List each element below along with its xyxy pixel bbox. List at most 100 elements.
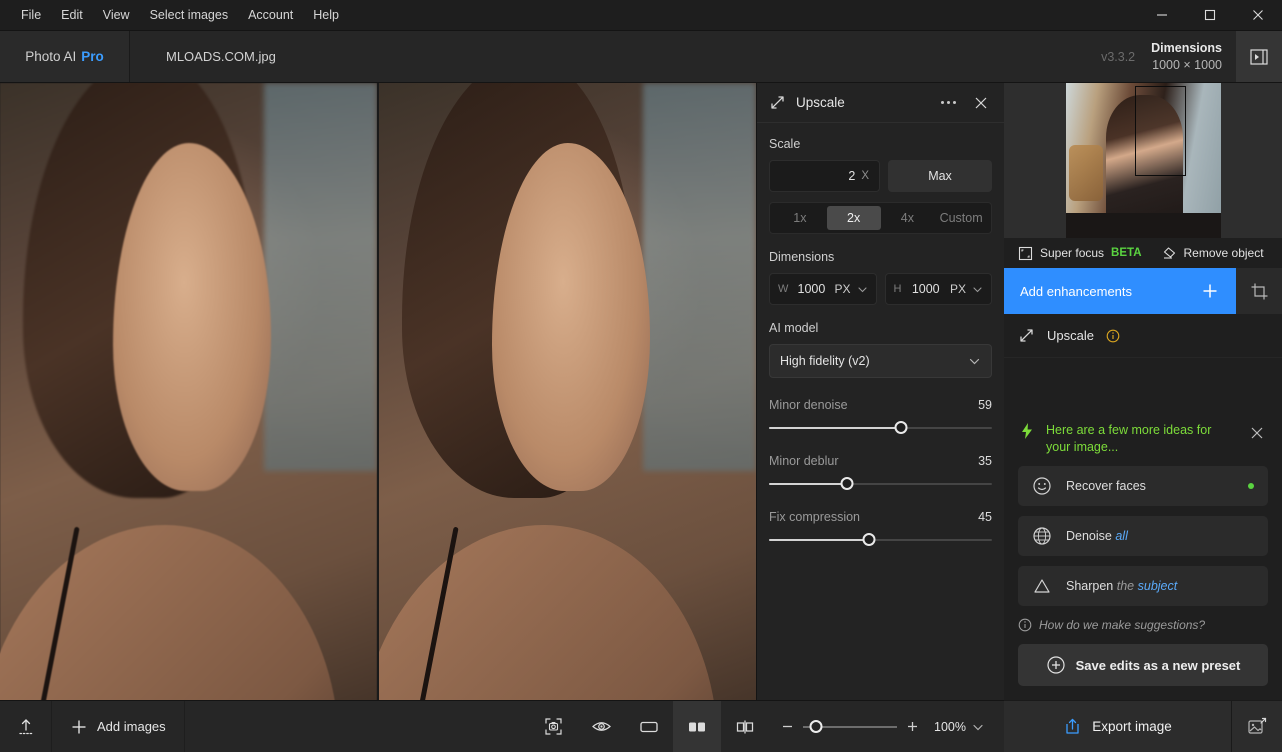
- upload-tray-icon: [18, 718, 33, 734]
- menu-help[interactable]: Help: [304, 4, 348, 27]
- image-pane-original[interactable]: Original: [0, 83, 377, 752]
- image-background-window: [263, 83, 377, 472]
- settings-more-button[interactable]: [937, 95, 960, 110]
- menu-account[interactable]: Account: [239, 4, 302, 27]
- title-bar: File Edit View Select images Account Hel…: [0, 0, 1282, 31]
- slider-knob[interactable]: [840, 477, 854, 490]
- close-icon: [975, 97, 987, 108]
- minus-icon[interactable]: [781, 720, 794, 733]
- expand-arrows-icon: [771, 96, 784, 109]
- navigator-thumbnail[interactable]: [1004, 83, 1282, 238]
- panel-toggle-button[interactable]: [1236, 31, 1282, 82]
- more-options-icon: [941, 101, 944, 104]
- bottom-toolbar: Add images 100%: [0, 700, 1004, 752]
- save-preset-button[interactable]: Save edits as a new preset: [1018, 644, 1268, 686]
- split-pane-icon: [689, 722, 706, 731]
- slider-knob[interactable]: [894, 421, 908, 434]
- settings-close-button[interactable]: [970, 92, 992, 114]
- scale-preset-4x[interactable]: 4x: [881, 206, 935, 230]
- chevron-down-icon[interactable]: [857, 284, 868, 295]
- plus-icon[interactable]: [906, 720, 919, 733]
- scale-max-button[interactable]: Max: [888, 160, 992, 192]
- zoom-level-select[interactable]: 100%: [928, 716, 990, 738]
- navigator-viewport-rect[interactable]: [1135, 86, 1187, 176]
- super-focus-label: Super focus: [1040, 246, 1105, 260]
- maximize-icon: [1204, 9, 1216, 21]
- slider-fix-compression: Fix compression 45: [769, 510, 992, 547]
- scale-preset-2x[interactable]: 2x: [826, 206, 881, 230]
- ai-model-value: High fidelity (v2): [780, 354, 870, 368]
- lightning-bolt-icon: [1022, 423, 1032, 440]
- slider-track[interactable]: [769, 421, 992, 435]
- slider-track[interactable]: [769, 477, 992, 491]
- remove-object-button[interactable]: Remove object: [1160, 246, 1264, 261]
- suggestion-sharpen[interactable]: Sharpen the subject: [1018, 566, 1268, 606]
- zoom-slider-track[interactable]: [803, 719, 898, 734]
- suggestion-recover-faces[interactable]: Recover faces: [1018, 466, 1268, 506]
- slider-value: 59: [978, 398, 992, 412]
- add-enhancements-button[interactable]: Add enhancements: [1004, 268, 1236, 314]
- face-detect-icon: [544, 718, 562, 735]
- scale-preset-custom[interactable]: Custom: [934, 206, 988, 230]
- width-field[interactable]: W 1000 PX: [769, 273, 877, 305]
- view-mode-split[interactable]: [673, 701, 722, 752]
- slider-track[interactable]: [769, 533, 992, 547]
- suggestion-emphasis: all: [1115, 529, 1128, 543]
- slider-knob[interactable]: [862, 533, 876, 546]
- photo-ai-window: File Edit View Select images Account Hel…: [0, 0, 1282, 752]
- dimensions-value: 1000 × 1000: [1152, 57, 1222, 72]
- ai-model-select[interactable]: High fidelity (v2): [769, 344, 992, 378]
- chevron-down-icon: [973, 724, 983, 730]
- close-icon: [1253, 10, 1263, 20]
- menu-edit[interactable]: Edit: [52, 4, 92, 27]
- suggestion-emphasis: the: [1116, 579, 1135, 593]
- minimize-button[interactable]: [1138, 0, 1186, 30]
- titlebar-spacer: [348, 0, 1138, 30]
- how-suggestions-link[interactable]: How do we make suggestions?: [1004, 616, 1282, 644]
- view-mode-single[interactable]: [625, 701, 673, 752]
- settings-panel: Upscale Scale 2 X Max 1x 2x 4x Custom Di…: [756, 83, 1004, 752]
- add-images-button[interactable]: Add images: [52, 701, 185, 752]
- height-value: 1000: [911, 282, 940, 296]
- export-image-button[interactable]: Export image: [1004, 701, 1232, 752]
- smiley-face-icon: [1033, 477, 1051, 495]
- crop-tool-button[interactable]: [1236, 268, 1282, 314]
- suggestion-denoise[interactable]: Denoise all: [1018, 516, 1268, 556]
- menu-file[interactable]: File: [12, 4, 50, 27]
- upload-images-button[interactable]: [0, 701, 52, 752]
- original-image: [0, 83, 377, 752]
- scale-value: 2: [848, 169, 856, 183]
- dimensions-row: W 1000 PX H 1000 PX: [769, 273, 992, 305]
- image-face-region: [492, 143, 651, 492]
- menu-select-images[interactable]: Select images: [141, 4, 238, 27]
- app-body: Original: [0, 83, 1282, 752]
- chevron-down-icon[interactable]: [972, 284, 983, 295]
- tool-row: Super focus BETA Remove object: [1004, 238, 1282, 268]
- height-field[interactable]: H 1000 PX: [884, 273, 992, 305]
- scale-input[interactable]: 2 X: [769, 160, 880, 192]
- more-options-icon: [947, 101, 950, 104]
- close-button[interactable]: [1234, 0, 1282, 30]
- view-mode-face-detect[interactable]: [529, 701, 577, 752]
- filename-tab[interactable]: MLOADS.COM.jpg: [130, 31, 1000, 82]
- export-options-button[interactable]: [1232, 701, 1282, 752]
- header-right: v3.3.2 Dimensions 1000 × 1000: [1000, 31, 1282, 82]
- processed-image: [379, 83, 756, 752]
- super-focus-button[interactable]: Super focus BETA: [1018, 246, 1142, 261]
- zoom-slider-knob[interactable]: [809, 719, 823, 733]
- maximize-button[interactable]: [1186, 0, 1234, 30]
- dimensions-block: Dimensions 1000 × 1000: [1151, 40, 1222, 74]
- menu-view[interactable]: View: [94, 4, 139, 27]
- image-pane-processed[interactable]: [377, 83, 756, 752]
- view-mode-preview-eye[interactable]: [577, 701, 625, 752]
- slider-label: Fix compression: [769, 510, 860, 524]
- view-mode-compare[interactable]: [721, 701, 769, 752]
- ideas-close-button[interactable]: [1246, 422, 1268, 444]
- scale-section-label: Scale: [769, 137, 801, 151]
- scale-preset-1x[interactable]: 1x: [773, 206, 827, 230]
- enhancement-item-upscale[interactable]: Upscale: [1004, 314, 1282, 358]
- minimize-icon: [1157, 14, 1167, 16]
- info-icon[interactable]: [1106, 329, 1120, 343]
- eye-icon: [591, 722, 611, 731]
- settings-panel-title: Upscale: [796, 95, 845, 110]
